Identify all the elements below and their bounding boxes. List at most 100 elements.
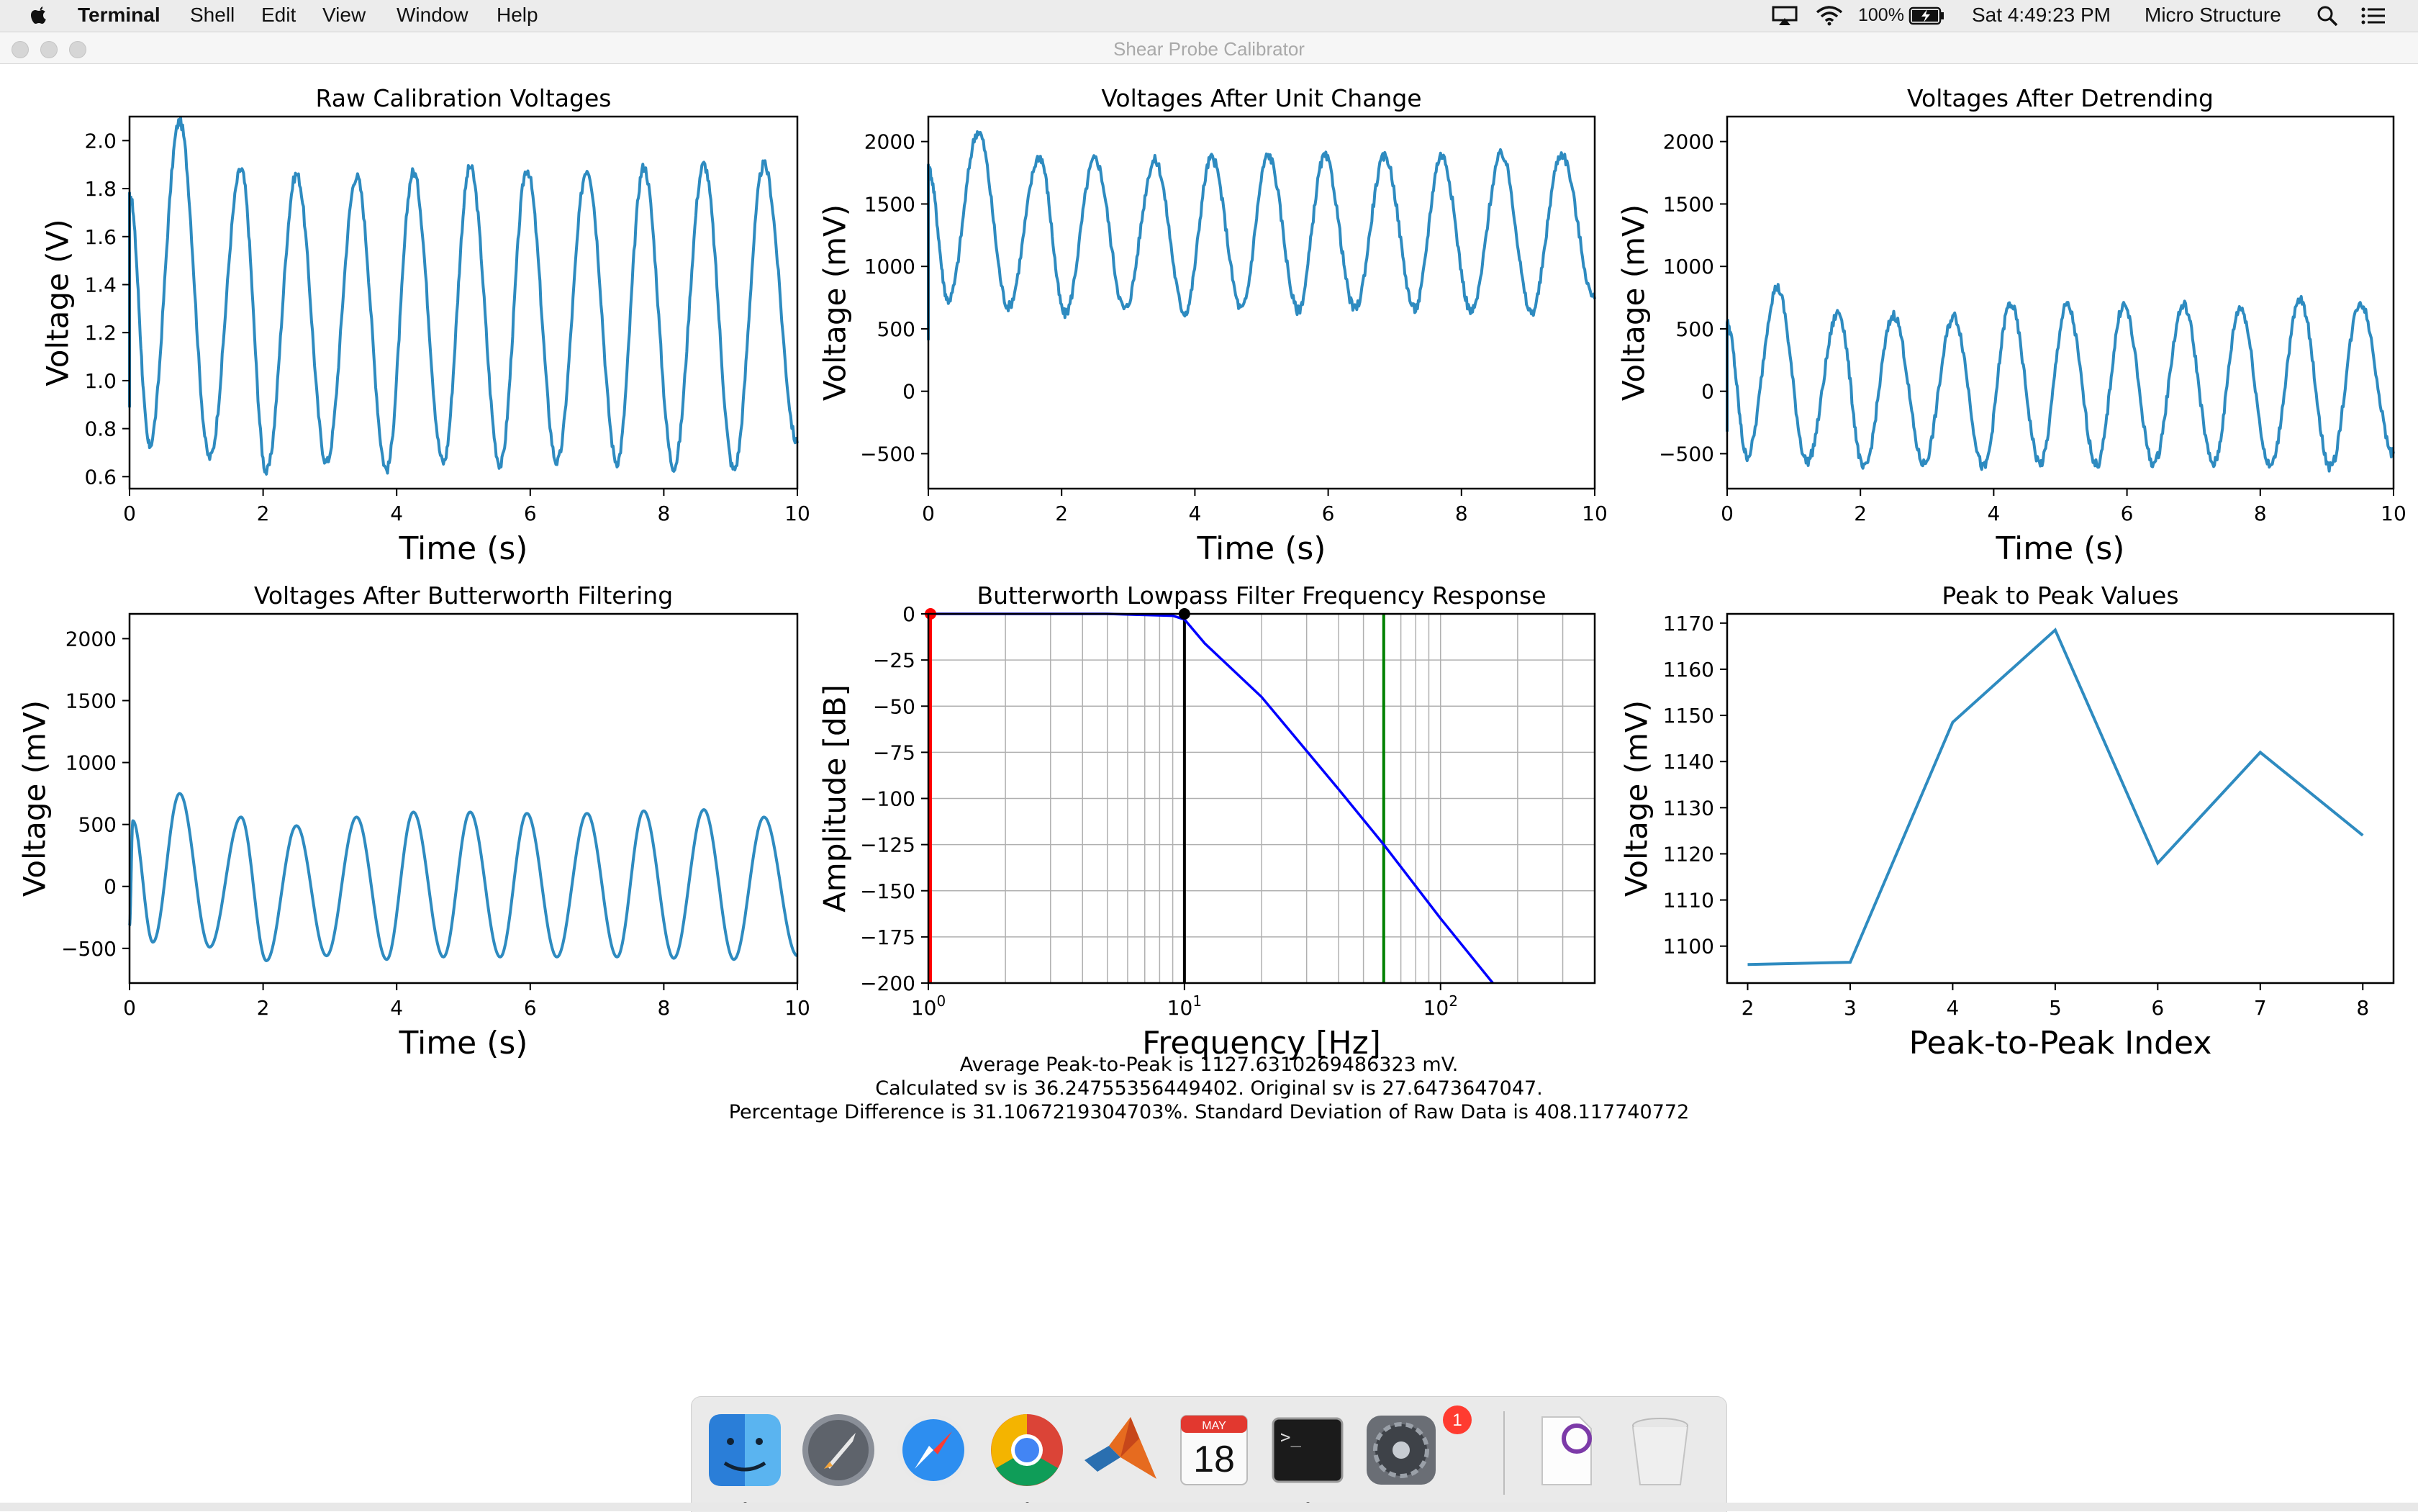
x-tick-label: 0 <box>123 996 136 1020</box>
y-tick-label: 2000 <box>1663 130 1714 154</box>
system-preferences-icon[interactable] <box>1361 1410 1441 1490</box>
y-tick-label: 1170 <box>1663 612 1714 635</box>
x-tick-label: 2 <box>1055 502 1068 525</box>
y-tick-label: 1130 <box>1663 796 1714 820</box>
chart-peak-to-peak-values: Peak to Peak Values 2 3 4 5 6 7 8 1100 1110 1120 11… <box>1619 581 2395 1061</box>
calendar-month: MAY <box>1202 1420 1226 1432</box>
y-axis-label: Voltage (mV) <box>1619 700 1654 897</box>
chart-title: Voltages After Butterworth Filtering <box>254 581 673 610</box>
notification-badge: 1 <box>1443 1405 1472 1434</box>
y-tick-label: 1.4 <box>84 273 117 296</box>
y-tick-label: −500 <box>1659 442 1714 466</box>
y-tick-label: 1110 <box>1663 889 1714 913</box>
x-tick-label: 8 <box>2356 996 2369 1020</box>
y-tick-label: −500 <box>860 442 915 466</box>
chart-title: Raw Calibration Voltages <box>316 84 612 112</box>
peak-to-peak-line <box>1747 628 2364 966</box>
x-tick-label: 10 <box>2381 502 2406 525</box>
y-tick-label: −200 <box>860 972 915 995</box>
x-tick-label: 10 <box>784 502 810 525</box>
y-tick-label: 2.0 <box>84 129 117 153</box>
safari-icon[interactable] <box>893 1410 974 1490</box>
y-tick-label: 500 <box>78 813 117 837</box>
y-tick-label: 1140 <box>1663 750 1714 774</box>
chart-voltages-after-detrending: Voltages After Detrending 0 2 4 6 8 10 −500 0 500… <box>1616 84 2406 567</box>
document-icon[interactable] <box>1525 1410 1606 1490</box>
x-tick-label: 101 <box>1167 992 1202 1020</box>
y-tick-label: −75 <box>873 741 915 764</box>
series-line <box>1726 283 2395 473</box>
y-tick-label: 2000 <box>65 627 117 651</box>
y-axis-label: Voltage (mV) <box>17 700 53 897</box>
chrome-icon[interactable] <box>987 1410 1067 1490</box>
x-tick-label: 8 <box>1455 502 1468 525</box>
x-tick-label: 100 <box>911 992 946 1020</box>
chart-voltages-after-butterworth-filtering: Voltages After Butterworth Filtering 0 2 4 6… <box>17 581 810 1061</box>
terminal-prompt: >_ <box>1280 1427 1301 1447</box>
y-tick-label: 1.0 <box>84 369 117 393</box>
y-tick-label: 1000 <box>1663 255 1714 279</box>
y-tick-label: 1000 <box>65 751 117 775</box>
x-tick-label: 0 <box>123 502 136 525</box>
y-tick-label: 1120 <box>1663 842 1714 866</box>
x-tick-label: 5 <box>2049 996 2062 1020</box>
plot-frame <box>128 612 799 984</box>
x-tick-label: 10 <box>1582 502 1608 525</box>
y-tick-label: −50 <box>873 694 915 718</box>
y-tick-label: −125 <box>860 833 915 857</box>
x-tick-label: 2 <box>1742 996 1754 1020</box>
y-tick-label: 1000 <box>864 255 915 279</box>
finder-icon[interactable] <box>705 1410 785 1490</box>
y-tick-label: 1150 <box>1663 704 1714 728</box>
y-tick-label: 0 <box>902 380 915 404</box>
y-tick-label: −175 <box>860 925 915 949</box>
x-tick-label: 6 <box>524 502 537 525</box>
plot-frame <box>1726 115 2395 490</box>
y-tick-label: 0 <box>104 875 117 899</box>
y-tick-label: 0 <box>1701 380 1714 404</box>
y-tick-label: 0 <box>902 602 915 626</box>
chart-title: Voltages After Detrending <box>1907 84 2214 112</box>
y-tick-label: 1160 <box>1663 658 1714 682</box>
y-tick-label: −150 <box>860 879 915 903</box>
terminal-icon[interactable]: >_ <box>1267 1410 1348 1490</box>
series-line <box>128 116 799 476</box>
y-axis-label: Voltage (mV) <box>818 204 853 401</box>
y-tick-label: 1500 <box>1663 192 1714 216</box>
plot-frame <box>1726 612 2395 984</box>
y-tick-label: 500 <box>1676 317 1714 341</box>
y-tick-label: 1500 <box>864 192 915 216</box>
launchpad-icon[interactable] <box>798 1410 879 1490</box>
y-tick-label: 0.8 <box>84 417 117 441</box>
y-tick-label: 1100 <box>1663 935 1714 959</box>
x-tick-label: 102 <box>1423 992 1458 1020</box>
chart-voltages-after-unit-change: Voltages After Unit Change 0 2 4 6 8 10 −500 0 50… <box>818 84 1608 567</box>
y-axis-label: Voltage (mV) <box>1616 204 1652 401</box>
x-tick-label: 2 <box>257 502 270 525</box>
matlab-icon[interactable] <box>1080 1410 1161 1490</box>
y-tick-label: 0.6 <box>84 465 117 489</box>
y-tick-label: 1.6 <box>84 225 117 249</box>
x-tick-label: 6 <box>2121 502 2134 525</box>
calendar-icon[interactable]: MAY 18 <box>1174 1410 1254 1490</box>
chart-title: Butterworth Lowpass Filter Frequency Res… <box>977 581 1546 610</box>
y-axis-label: Voltage (V) <box>40 219 76 386</box>
chart-title: Voltages After Unit Change <box>1101 84 1421 112</box>
y-tick-label: −100 <box>860 787 915 811</box>
status-average-peak-to-peak: Average Peak-to-Peak is 1127.63102694863… <box>959 1054 1459 1076</box>
y-tick-label: 500 <box>877 317 915 341</box>
x-tick-label: 4 <box>1987 502 2000 525</box>
y-tick-label: 1500 <box>65 689 117 713</box>
x-tick-label: 3 <box>1844 996 1857 1020</box>
calendar-day: 18 <box>1193 1439 1235 1480</box>
y-axis-label: Amplitude [dB] <box>818 684 853 913</box>
x-tick-label: 0 <box>922 502 935 525</box>
x-tick-label: 4 <box>390 502 403 525</box>
dock-separator <box>1503 1411 1505 1495</box>
chart-title: Peak to Peak Values <box>1942 581 2178 610</box>
x-axis-label: Time (s) <box>399 530 528 567</box>
series-line <box>128 792 798 962</box>
y-tick-label: −25 <box>873 648 915 672</box>
trash-icon[interactable] <box>1620 1410 1701 1490</box>
y-tick-label: 1.8 <box>84 177 117 201</box>
